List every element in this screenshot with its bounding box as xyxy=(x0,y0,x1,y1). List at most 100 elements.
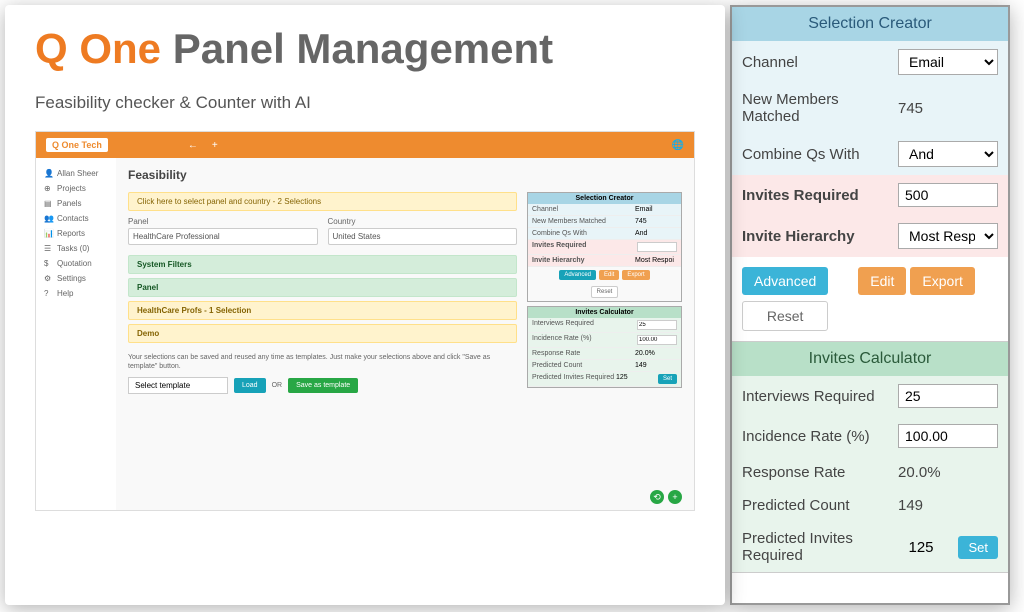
mini-predcount-label: Predicted Count xyxy=(532,362,635,369)
filter-row-3[interactable]: Demo xyxy=(128,324,517,343)
predicted-invites-value: 125 xyxy=(908,539,958,556)
filter-row-1[interactable]: Panel xyxy=(128,278,517,297)
sidebar-label: Settings xyxy=(57,274,86,283)
sidebar-item-4[interactable]: 📊 Reports xyxy=(42,226,110,241)
sidebar-icon: ⚙ xyxy=(44,274,52,283)
mini-response-label: Response Rate xyxy=(532,350,635,357)
channel-select[interactable]: Email xyxy=(898,49,998,75)
mini-channel-val[interactable]: Email xyxy=(635,206,677,213)
feasibility-heading: Feasibility xyxy=(128,168,682,182)
selection-banner[interactable]: Click here to select panel and country -… xyxy=(128,192,517,211)
refresh-fab-icon[interactable]: ⟲ xyxy=(650,490,664,504)
mini-set-button[interactable]: Set xyxy=(658,374,677,384)
mini-interviews-input[interactable] xyxy=(637,320,677,330)
sidebar-item-2[interactable]: ▤ Panels xyxy=(42,196,110,211)
sidebar-label: Panels xyxy=(57,199,81,208)
sidebar-label: Tasks (0) xyxy=(57,244,89,253)
mini-hierarchy-label: Invite Hierarchy xyxy=(532,257,635,264)
country-select[interactable]: United States xyxy=(328,228,518,245)
incidence-label: Incidence Rate (%) xyxy=(742,428,898,445)
predicted-invites-label: Predicted Invites Required xyxy=(742,530,908,564)
sidebar-icon: 📊 xyxy=(44,229,52,238)
app-sidebar: 👤Allan Sheer⊕Projects ▤ Panels 👥Contacts 📊 Re… xyxy=(36,158,116,510)
incidence-input[interactable] xyxy=(898,424,998,448)
selection-creator-header: Selection Creator xyxy=(732,7,1008,41)
load-button[interactable]: Load xyxy=(234,378,266,393)
right-detail-panel: Selection Creator Channel Email New Memb… xyxy=(730,5,1010,605)
mini-invites-input[interactable] xyxy=(637,242,677,252)
mini-hierarchy-val[interactable]: Most Respoi xyxy=(635,257,677,264)
back-icon[interactable]: ← xyxy=(188,140,198,151)
mini-newmem-label: New Members Matched xyxy=(532,218,635,225)
title-rest: Panel Management xyxy=(173,25,553,72)
mini-invites-label: Invites Required xyxy=(532,242,637,252)
sidebar-item-1[interactable]: ⊕Projects xyxy=(42,181,110,196)
sidebar-item-3[interactable]: 👥Contacts xyxy=(42,211,110,226)
sidebar-label: Help xyxy=(57,289,73,298)
subtitle: Feasibility checker & Counter with AI xyxy=(35,93,695,113)
or-text: OR xyxy=(272,382,283,389)
template-select[interactable]: Select template xyxy=(128,377,228,394)
app-screenshot: Q One Tech ← + 🌐 👤Allan Sheer⊕Projects ▤ P… xyxy=(35,131,695,511)
invites-required-input[interactable] xyxy=(898,183,998,207)
interviews-label: Interviews Required xyxy=(742,388,898,405)
mini-export-button[interactable]: Export xyxy=(622,270,649,280)
sidebar-icon: ? xyxy=(44,289,52,298)
save-instructions: Your selections can be saved and reused … xyxy=(128,353,517,371)
mini-incidence-input[interactable] xyxy=(637,335,677,345)
mini-advanced-button[interactable]: Advanced xyxy=(559,270,596,280)
invites-required-label: Invites Required xyxy=(742,187,898,204)
sidebar-icon: ☰ xyxy=(44,244,52,253)
save-template-button[interactable]: Save as template xyxy=(288,378,358,393)
sidebar-item-7[interactable]: ⚙ Settings xyxy=(42,271,110,286)
sidebar-icon: ▤ xyxy=(44,199,52,208)
presentation-slide: Q One Panel Management Feasibility check… xyxy=(5,5,725,605)
channel-label: Channel xyxy=(742,54,898,71)
advanced-button[interactable]: Advanced xyxy=(742,267,828,295)
globe-icon[interactable]: 🌐 xyxy=(672,140,684,151)
new-members-label: New Members Matched xyxy=(742,91,898,125)
mini-edit-button[interactable]: Edit xyxy=(599,270,619,280)
sidebar-label: Contacts xyxy=(57,214,89,223)
mini-reset-button[interactable]: Reset xyxy=(591,286,619,298)
sidebar-item-5[interactable]: ☰ Tasks (0) xyxy=(42,241,110,256)
mini-response-val: 20.0% xyxy=(635,350,677,357)
sidebar-label: Projects xyxy=(57,184,86,193)
filter-row-2[interactable]: HealthCare Profs - 1 Selection xyxy=(128,301,517,320)
add-icon[interactable]: + xyxy=(212,140,218,151)
app-logo: Q One Tech xyxy=(46,138,108,152)
reset-button[interactable]: Reset xyxy=(742,301,828,331)
mini-selection-creator: Selection Creator ChannelEmail New Membe… xyxy=(527,192,682,302)
mini-interviews-label: Interviews Required xyxy=(532,320,637,330)
mini-combine-val[interactable]: And xyxy=(635,230,677,237)
predicted-count-value: 149 xyxy=(898,497,998,514)
invites-calculator-header: Invites Calculator xyxy=(732,342,1008,376)
panel-select[interactable]: HealthCare Professional xyxy=(128,228,318,245)
mini-predinvites-label: Predicted Invites Required xyxy=(532,374,616,384)
combine-select[interactable]: And xyxy=(898,141,998,167)
set-button[interactable]: Set xyxy=(958,536,998,559)
title-brand: Q One xyxy=(35,25,161,72)
interviews-input[interactable] xyxy=(898,384,998,408)
mini-channel-label: Channel xyxy=(532,206,635,213)
response-rate-label: Response Rate xyxy=(742,464,898,481)
invite-hierarchy-select[interactable]: Most Respoi xyxy=(898,223,998,249)
response-rate-value: 20.0% xyxy=(898,464,998,481)
sidebar-icon: 👤 xyxy=(44,169,52,178)
sidebar-label: Quotation xyxy=(57,259,92,268)
mini-predcount-val: 149 xyxy=(635,362,677,369)
mini-invites-calculator: Invites Calculator Interviews Required I… xyxy=(527,306,682,388)
new-members-value: 745 xyxy=(898,100,998,117)
edit-button[interactable]: Edit xyxy=(858,267,906,295)
sidebar-item-6[interactable]: $ Quotation xyxy=(42,256,110,271)
sidebar-item-0[interactable]: 👤Allan Sheer xyxy=(42,166,110,181)
mini-sel-header: Selection Creator xyxy=(528,193,681,204)
filter-row-0[interactable]: System Filters xyxy=(128,255,517,274)
sidebar-icon: $ xyxy=(44,259,52,268)
export-button[interactable]: Export xyxy=(910,267,974,295)
predicted-count-label: Predicted Count xyxy=(742,497,898,514)
add-fab-icon[interactable]: + xyxy=(668,490,682,504)
nav-arrows[interactable]: ← + xyxy=(188,140,218,151)
sidebar-label: Reports xyxy=(57,229,85,238)
sidebar-item-8[interactable]: ? Help xyxy=(42,286,110,301)
